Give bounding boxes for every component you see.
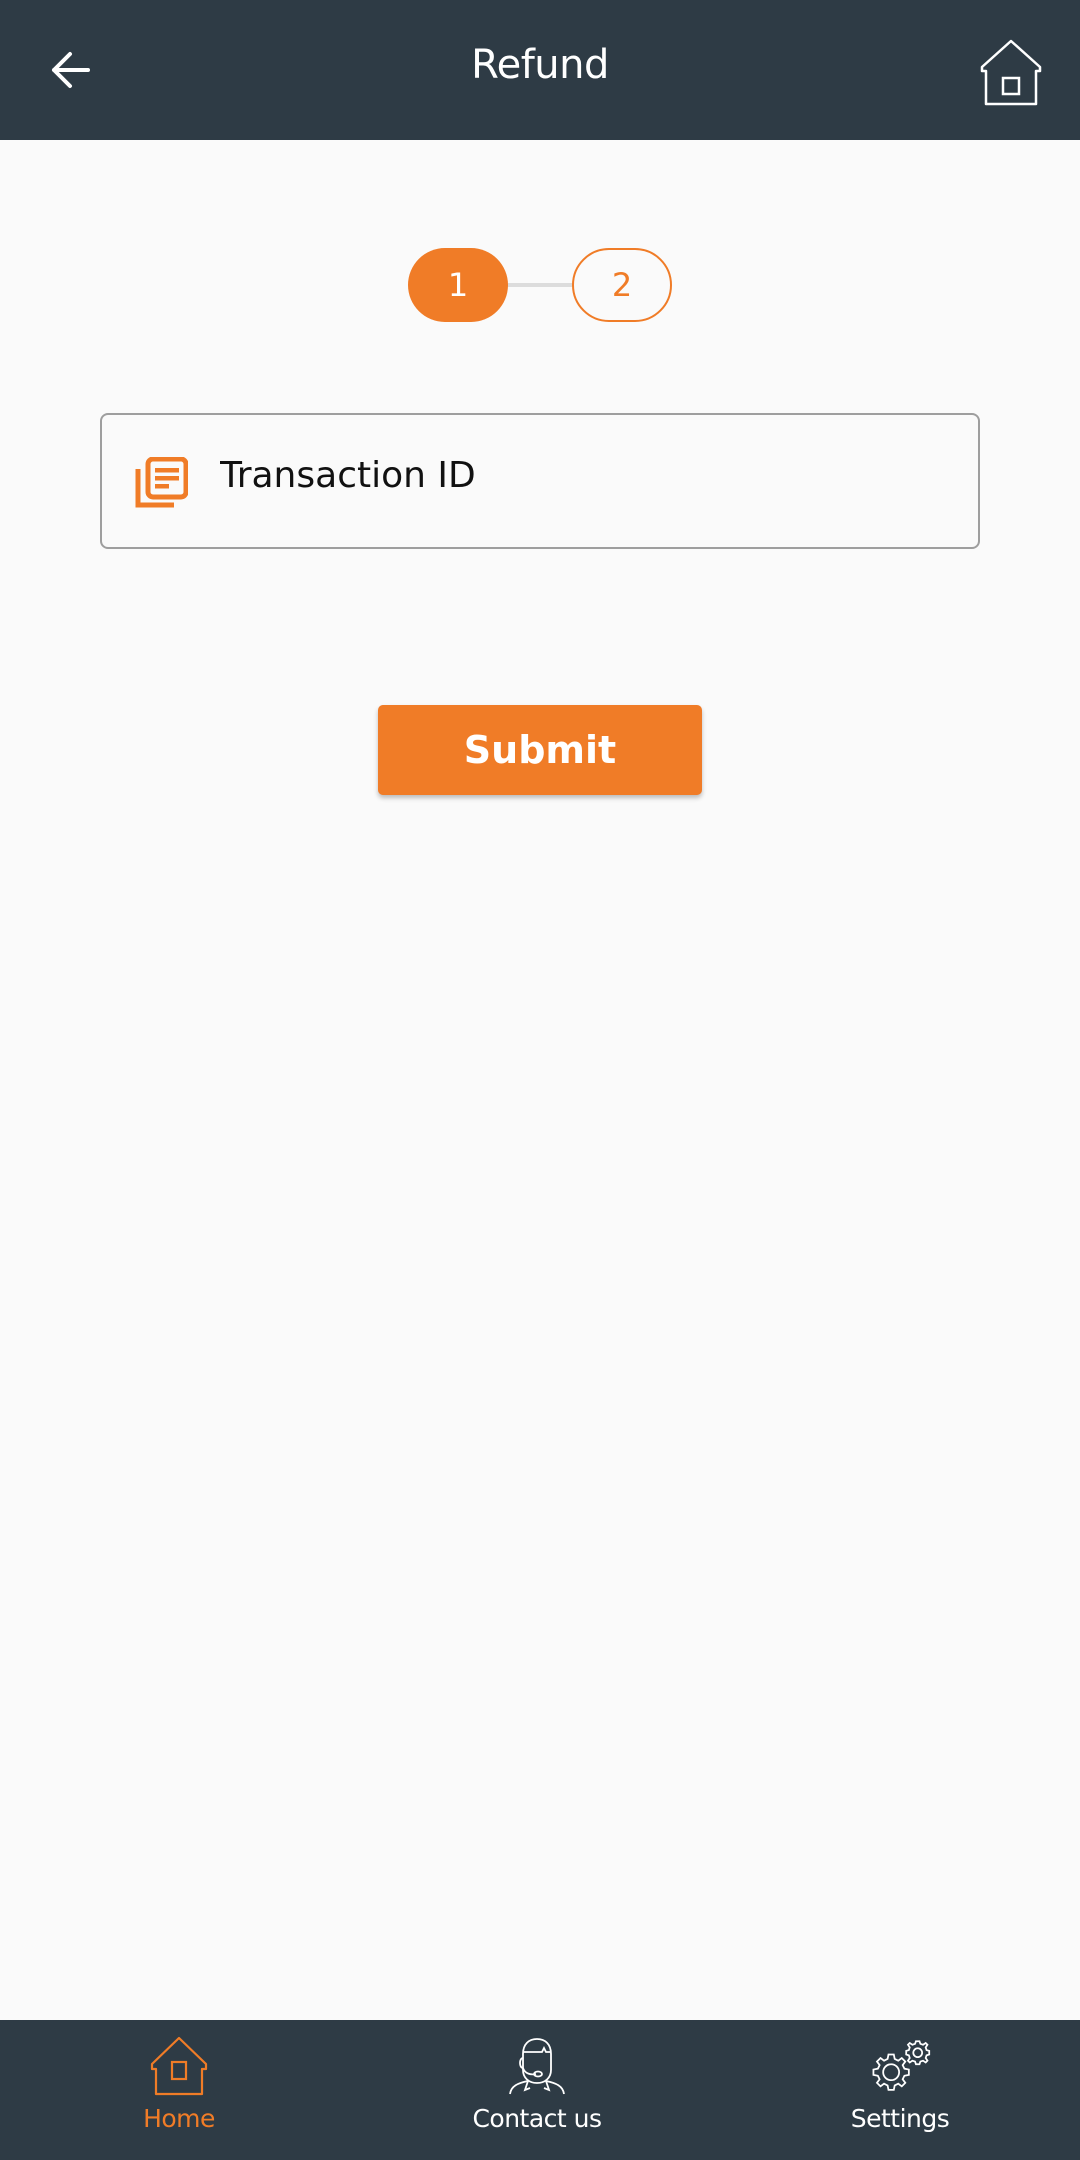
support-agent-icon [509, 2038, 565, 2095]
document-copy-icon [135, 457, 188, 508]
submit-button[interactable]: Submit [378, 705, 702, 795]
home-icon [980, 39, 1042, 106]
transaction-id-field[interactable] [100, 413, 980, 549]
home-icon [150, 2036, 208, 2096]
transaction-id-input[interactable] [220, 445, 940, 505]
step-2-indicator: 2 [572, 248, 672, 322]
nav-item-settings[interactable]: Settings [790, 2020, 1010, 2160]
nav-label-home: Home [143, 2104, 215, 2133]
app-header: Refund [0, 0, 1080, 140]
page-title: Refund [471, 42, 609, 88]
nav-item-contact-us[interactable]: Contact us [427, 2020, 647, 2160]
bottom-navigation: Home Contact us Settings [0, 2020, 1080, 2160]
nav-label-settings: Settings [850, 2104, 950, 2133]
step-1-indicator: 1 [408, 248, 508, 322]
header-home-button[interactable] [976, 36, 1046, 106]
nav-item-home[interactable]: Home [69, 2020, 289, 2160]
step-connector [506, 283, 574, 287]
gears-icon [872, 2040, 931, 2091]
nav-label-contact-us: Contact us [472, 2104, 602, 2133]
